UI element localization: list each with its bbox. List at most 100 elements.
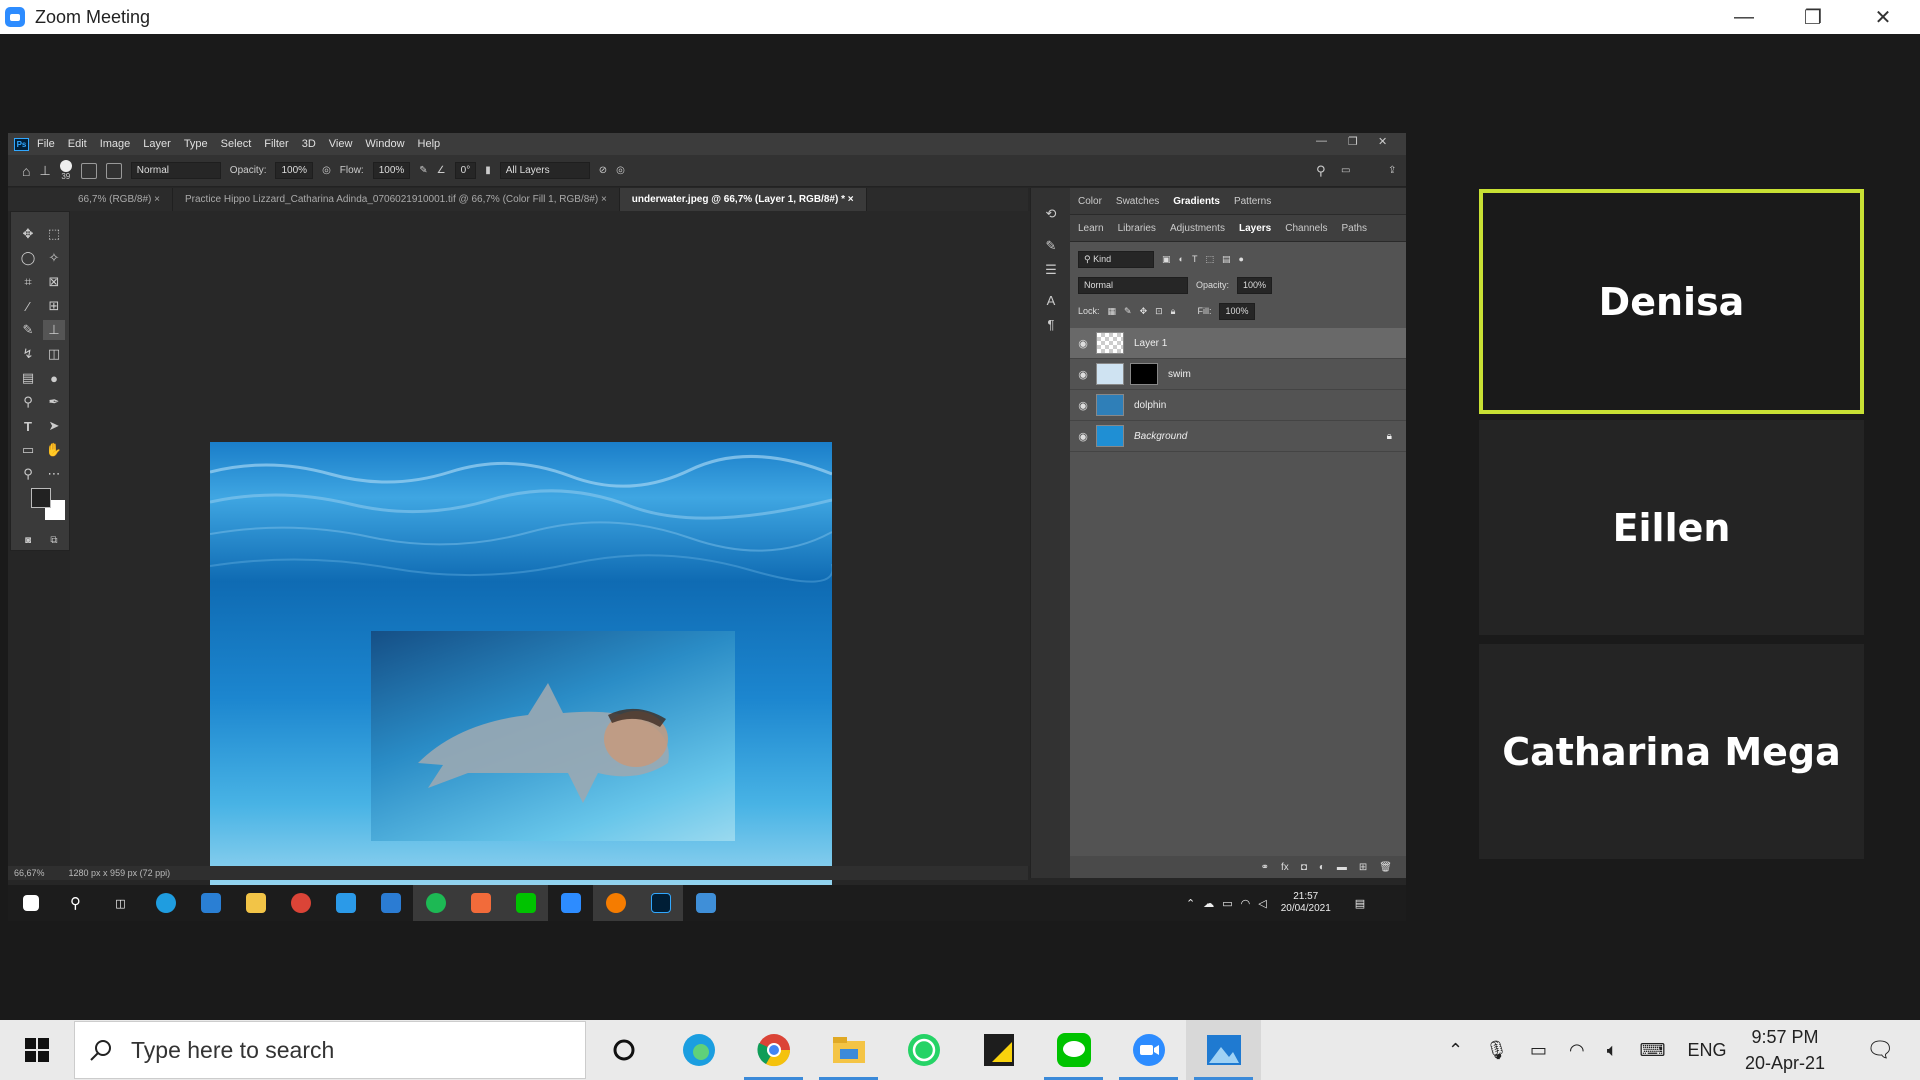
rectangle-tool-icon[interactable]: ▭	[17, 440, 39, 460]
quick-select-tool-icon[interactable]: ✧	[43, 248, 65, 268]
inner-photoshop-icon[interactable]	[638, 885, 683, 921]
blend-mode-select[interactable]: Normal	[1078, 276, 1188, 294]
ps-minimize-button[interactable]: —	[1316, 135, 1327, 147]
zoom-tool-icon[interactable]: ⚲	[17, 464, 39, 484]
dodge-tool-icon[interactable]: ⚲	[17, 392, 39, 412]
new-group-icon[interactable]: ▬	[1337, 862, 1347, 873]
edge-icon[interactable]	[661, 1020, 736, 1080]
eraser-tool-icon[interactable]: ◫	[43, 344, 65, 364]
ps-close-button[interactable]: ✕	[1378, 135, 1387, 148]
cortana-icon[interactable]	[586, 1020, 661, 1080]
share-icon[interactable]: ⇪	[1388, 165, 1396, 176]
filter-shape-icon[interactable]: ⬚	[1205, 254, 1214, 265]
whatsapp-icon[interactable]	[886, 1020, 961, 1080]
pen-tool-icon[interactable]: ✒	[43, 392, 65, 412]
inner-notifications-icon[interactable]: ▤	[1355, 897, 1365, 910]
tab-color[interactable]: Color	[1078, 196, 1102, 207]
wifi-icon[interactable]: ◠	[1569, 1040, 1585, 1061]
ignore-adjustment-icon[interactable]: ⊘	[599, 165, 607, 176]
chrome-icon[interactable]	[736, 1020, 811, 1080]
lock-all-icon[interactable]: 🔒︎	[1171, 306, 1176, 317]
menu-image[interactable]: Image	[100, 138, 131, 150]
participant-tile-active-speaker[interactable]: Denisa	[1479, 189, 1864, 414]
crop-tool-icon[interactable]: ⌗	[17, 272, 39, 292]
inner-vscode-icon[interactable]	[323, 885, 368, 921]
battery-icon[interactable]: ▭	[1530, 1040, 1547, 1061]
tab-document-2[interactable]: Practice Hippo Lizzard_Catharina Adinda_…	[173, 188, 620, 211]
history-brush-tool-icon[interactable]: ↯	[17, 344, 39, 364]
lock-position-icon[interactable]: ✥	[1140, 306, 1148, 317]
lock-transparency-icon[interactable]: ▦	[1108, 306, 1117, 317]
frame-tool-icon[interactable]: ⊠	[43, 272, 65, 292]
eyedropper-tool-icon[interactable]: ⁄	[17, 296, 39, 316]
filter-smart-object-icon[interactable]: ▤	[1222, 254, 1231, 265]
new-layer-icon[interactable]: ⊞	[1359, 862, 1367, 873]
patch-tool-icon[interactable]: ⊞	[43, 296, 65, 316]
tab-document-1[interactable]: 66,7% (RGB/8#) ×	[8, 188, 173, 211]
type-tool-icon[interactable]: T	[17, 416, 39, 436]
move-tool-icon[interactable]: ✥	[17, 224, 39, 244]
start-button[interactable]	[0, 1020, 74, 1080]
inner-mail-icon[interactable]	[188, 885, 233, 921]
visibility-eye-icon[interactable]: ◉	[1070, 368, 1096, 381]
clone-stamp-tool-icon[interactable]: ⊥	[43, 320, 65, 340]
menu-help[interactable]: Help	[418, 138, 441, 150]
layer-row[interactable]: ◉ Background 🔒︎	[1070, 421, 1406, 452]
inner-photos-icon[interactable]	[683, 885, 728, 921]
inner-chevron-up-icon[interactable]: ⌃	[1186, 897, 1195, 910]
mode-select[interactable]: Normal	[130, 162, 221, 179]
menu-file[interactable]: File	[37, 138, 55, 150]
paragraph-panel-icon[interactable]: ¶	[1040, 314, 1062, 334]
taskbar-search-box[interactable]: Type here to search	[74, 1021, 586, 1079]
tab-swatches[interactable]: Swatches	[1116, 196, 1159, 207]
flow-field[interactable]: 100%	[372, 162, 411, 179]
inner-start-icon[interactable]	[8, 885, 53, 921]
tab-channels[interactable]: Channels	[1285, 223, 1327, 234]
hand-tool-icon[interactable]: ✋	[43, 440, 65, 460]
filter-type-icon[interactable]: T	[1192, 254, 1198, 264]
volume-icon[interactable]: 🔈︎	[1607, 1040, 1618, 1061]
clone-source-icon[interactable]	[105, 162, 122, 179]
close-button[interactable]: ✕	[1848, 0, 1918, 34]
brush-settings-icon[interactable]	[80, 162, 97, 179]
airbrush-icon[interactable]: ✎	[419, 165, 427, 176]
character-panel-icon[interactable]: A	[1040, 290, 1062, 310]
tab-libraries[interactable]: Libraries	[1118, 223, 1156, 234]
marquee-tool-icon[interactable]: ⬚	[43, 224, 65, 244]
delete-layer-icon[interactable]: 🗑︎	[1379, 862, 1392, 873]
pressure-size-icon[interactable]: ◎	[616, 165, 625, 176]
menu-window[interactable]: Window	[365, 138, 404, 150]
filter-adjustment-icon[interactable]: ◐	[1179, 254, 1184, 264]
menu-view[interactable]: View	[329, 138, 353, 150]
tab-document-3[interactable]: underwater.jpeg @ 66,7% (Layer 1, RGB/8#…	[619, 188, 867, 211]
workspace-icon[interactable]: ▭	[1341, 165, 1350, 176]
tab-learn[interactable]: Learn	[1078, 223, 1104, 234]
language-indicator[interactable]: ENG	[1687, 1040, 1726, 1061]
inner-clock[interactable]: 21:57 20/04/2021	[1281, 891, 1331, 915]
lock-pixels-icon[interactable]: ✎	[1124, 306, 1132, 317]
layer-row[interactable]: ◉ Layer 1	[1070, 328, 1406, 359]
screen-mode-icon[interactable]: ⧉	[43, 530, 65, 550]
inner-search-icon[interactable]: ⚲	[53, 885, 98, 921]
gradient-tool-icon[interactable]: ▤	[17, 368, 39, 388]
opacity-field[interactable]: 100%	[275, 162, 314, 179]
menu-layer[interactable]: Layer	[143, 138, 171, 150]
inner-taskview-icon[interactable]: ◫	[98, 885, 143, 921]
inner-line-icon[interactable]	[503, 885, 548, 921]
path-select-tool-icon[interactable]: ➤	[43, 416, 65, 436]
menu-select[interactable]: Select	[221, 138, 252, 150]
properties-panel-icon[interactable]: ☰	[1040, 260, 1062, 280]
sticky-notes-icon[interactable]	[961, 1020, 1036, 1080]
history-panel-icon[interactable]: ⟲	[1040, 204, 1062, 224]
file-explorer-icon[interactable]	[811, 1020, 886, 1080]
inner-explorer-icon[interactable]	[233, 885, 278, 921]
inner-chrome-icon[interactable]	[278, 885, 323, 921]
lasso-tool-icon[interactable]: ◯	[17, 248, 39, 268]
zoom-level[interactable]: 66,67%	[14, 868, 45, 878]
tab-adjustments[interactable]: Adjustments	[1170, 223, 1225, 234]
lock-artboard-icon[interactable]: ⊡	[1155, 306, 1163, 317]
tab-gradients[interactable]: Gradients	[1173, 196, 1220, 207]
visibility-eye-icon[interactable]: ◉	[1070, 337, 1096, 350]
chevron-up-icon[interactable]: ⌃	[1448, 1040, 1463, 1061]
participant-tile[interactable]: Catharina Mega	[1479, 644, 1864, 859]
